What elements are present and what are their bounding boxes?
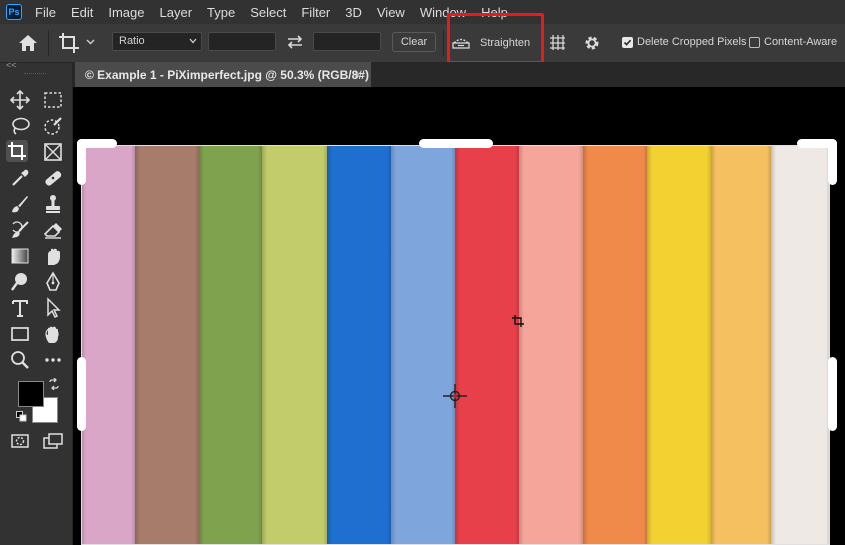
chevron-down-icon bbox=[189, 38, 197, 44]
eraser-tool-icon[interactable] bbox=[42, 219, 64, 241]
straighten-highlight-annotation bbox=[447, 13, 544, 64]
crop-cursor-icon bbox=[512, 315, 524, 327]
menu-image[interactable]: Image bbox=[108, 5, 144, 20]
crop-handle-right-middle[interactable] bbox=[828, 357, 837, 431]
crop-preset-icon[interactable] bbox=[58, 32, 80, 54]
chevron-down-icon[interactable] bbox=[86, 37, 95, 46]
gradient-tool-icon[interactable] bbox=[9, 245, 31, 267]
menu-view[interactable]: View bbox=[377, 5, 405, 20]
menu-file[interactable]: File bbox=[35, 5, 56, 20]
clone-stamp-tool-icon[interactable] bbox=[42, 193, 64, 215]
foreground-color-swatch[interactable] bbox=[18, 381, 44, 407]
options-bar: Ratio Clear Straighten Delete Cropped Pi… bbox=[0, 13, 845, 64]
swap-colors-icon[interactable] bbox=[48, 378, 60, 390]
brush-tool-icon[interactable] bbox=[9, 193, 31, 215]
menu-edit[interactable]: Edit bbox=[71, 5, 93, 20]
marquee-tool-icon[interactable] bbox=[42, 89, 64, 111]
collapse-panel-button[interactable]: << bbox=[6, 60, 17, 70]
type-tool-icon[interactable] bbox=[9, 297, 31, 319]
crop-handle-left-middle[interactable] bbox=[77, 357, 86, 431]
crop-handle-right-upper[interactable] bbox=[828, 139, 837, 185]
smudge-tool-icon[interactable] bbox=[42, 245, 64, 267]
menu-select[interactable]: Select bbox=[250, 5, 286, 20]
photoshop-logo-icon: Ps bbox=[6, 4, 22, 20]
separator bbox=[48, 30, 49, 56]
frame-tool-icon[interactable] bbox=[42, 141, 64, 163]
zoom-tool-icon[interactable] bbox=[9, 349, 31, 371]
quick-mask-icon[interactable] bbox=[9, 430, 31, 452]
lasso-tool-icon[interactable] bbox=[9, 115, 31, 137]
more-tools-icon[interactable] bbox=[42, 349, 64, 371]
ratio-height-input[interactable] bbox=[313, 32, 381, 51]
home-icon[interactable] bbox=[17, 33, 39, 53]
tools-panel: << bbox=[0, 60, 73, 545]
screen-mode-icon[interactable] bbox=[42, 430, 64, 452]
document-canvas[interactable] bbox=[73, 87, 845, 545]
rectangle-tool-icon[interactable] bbox=[9, 323, 31, 345]
content-aware-checkbox[interactable] bbox=[749, 37, 760, 48]
rotation-center-icon[interactable] bbox=[443, 384, 467, 408]
gear-icon[interactable] bbox=[583, 34, 601, 52]
checkmark-icon bbox=[623, 39, 632, 46]
menu-type[interactable]: Type bbox=[207, 5, 235, 20]
crop-tool-icon[interactable] bbox=[6, 140, 28, 162]
ratio-select[interactable]: Ratio bbox=[112, 32, 202, 51]
document-tab-strip: © Example 1 - PiXimperfect.jpg @ 50.3% (… bbox=[73, 62, 845, 87]
dodge-tool-icon[interactable] bbox=[9, 271, 31, 293]
quick-selection-tool-icon[interactable] bbox=[42, 115, 64, 137]
menu-3d[interactable]: 3D bbox=[345, 5, 362, 20]
default-colors-icon[interactable] bbox=[16, 411, 27, 422]
delete-cropped-checkbox[interactable] bbox=[622, 37, 633, 48]
crop-handle-top-center[interactable] bbox=[419, 139, 493, 148]
menu-filter[interactable]: Filter bbox=[301, 5, 330, 20]
menu-layer[interactable]: Layer bbox=[160, 5, 193, 20]
content-aware-label[interactable]: Content-Aware bbox=[764, 36, 837, 48]
crop-handle-left-upper[interactable] bbox=[77, 139, 86, 185]
document-tab-title: © Example 1 - PiXimperfect.jpg @ 50.3% (… bbox=[85, 67, 369, 82]
overlay-grid-icon[interactable] bbox=[549, 34, 566, 51]
delete-cropped-label[interactable]: Delete Cropped Pixels bbox=[637, 36, 746, 48]
separator bbox=[443, 30, 444, 56]
eyedropper-tool-icon[interactable] bbox=[9, 167, 31, 189]
panel-grip[interactable] bbox=[24, 73, 46, 76]
crop-frame[interactable] bbox=[81, 145, 830, 545]
close-icon[interactable]: × bbox=[354, 68, 361, 82]
move-tool-icon[interactable] bbox=[9, 89, 31, 111]
menu-bar: Ps File Edit Image Layer Type Select Fil… bbox=[0, 0, 845, 24]
pen-tool-icon[interactable] bbox=[42, 271, 64, 293]
swap-icon[interactable] bbox=[286, 34, 304, 50]
history-brush-tool-icon[interactable] bbox=[9, 219, 31, 241]
ratio-width-input[interactable] bbox=[208, 32, 276, 51]
hand-tool-icon[interactable] bbox=[42, 323, 64, 345]
ratio-select-value: Ratio bbox=[119, 35, 145, 47]
document-tab[interactable]: © Example 1 - PiXimperfect.jpg @ 50.3% (… bbox=[75, 62, 371, 87]
path-selection-tool-icon[interactable] bbox=[42, 297, 64, 319]
clear-button[interactable]: Clear bbox=[392, 32, 436, 52]
healing-brush-tool-icon[interactable] bbox=[42, 167, 64, 189]
